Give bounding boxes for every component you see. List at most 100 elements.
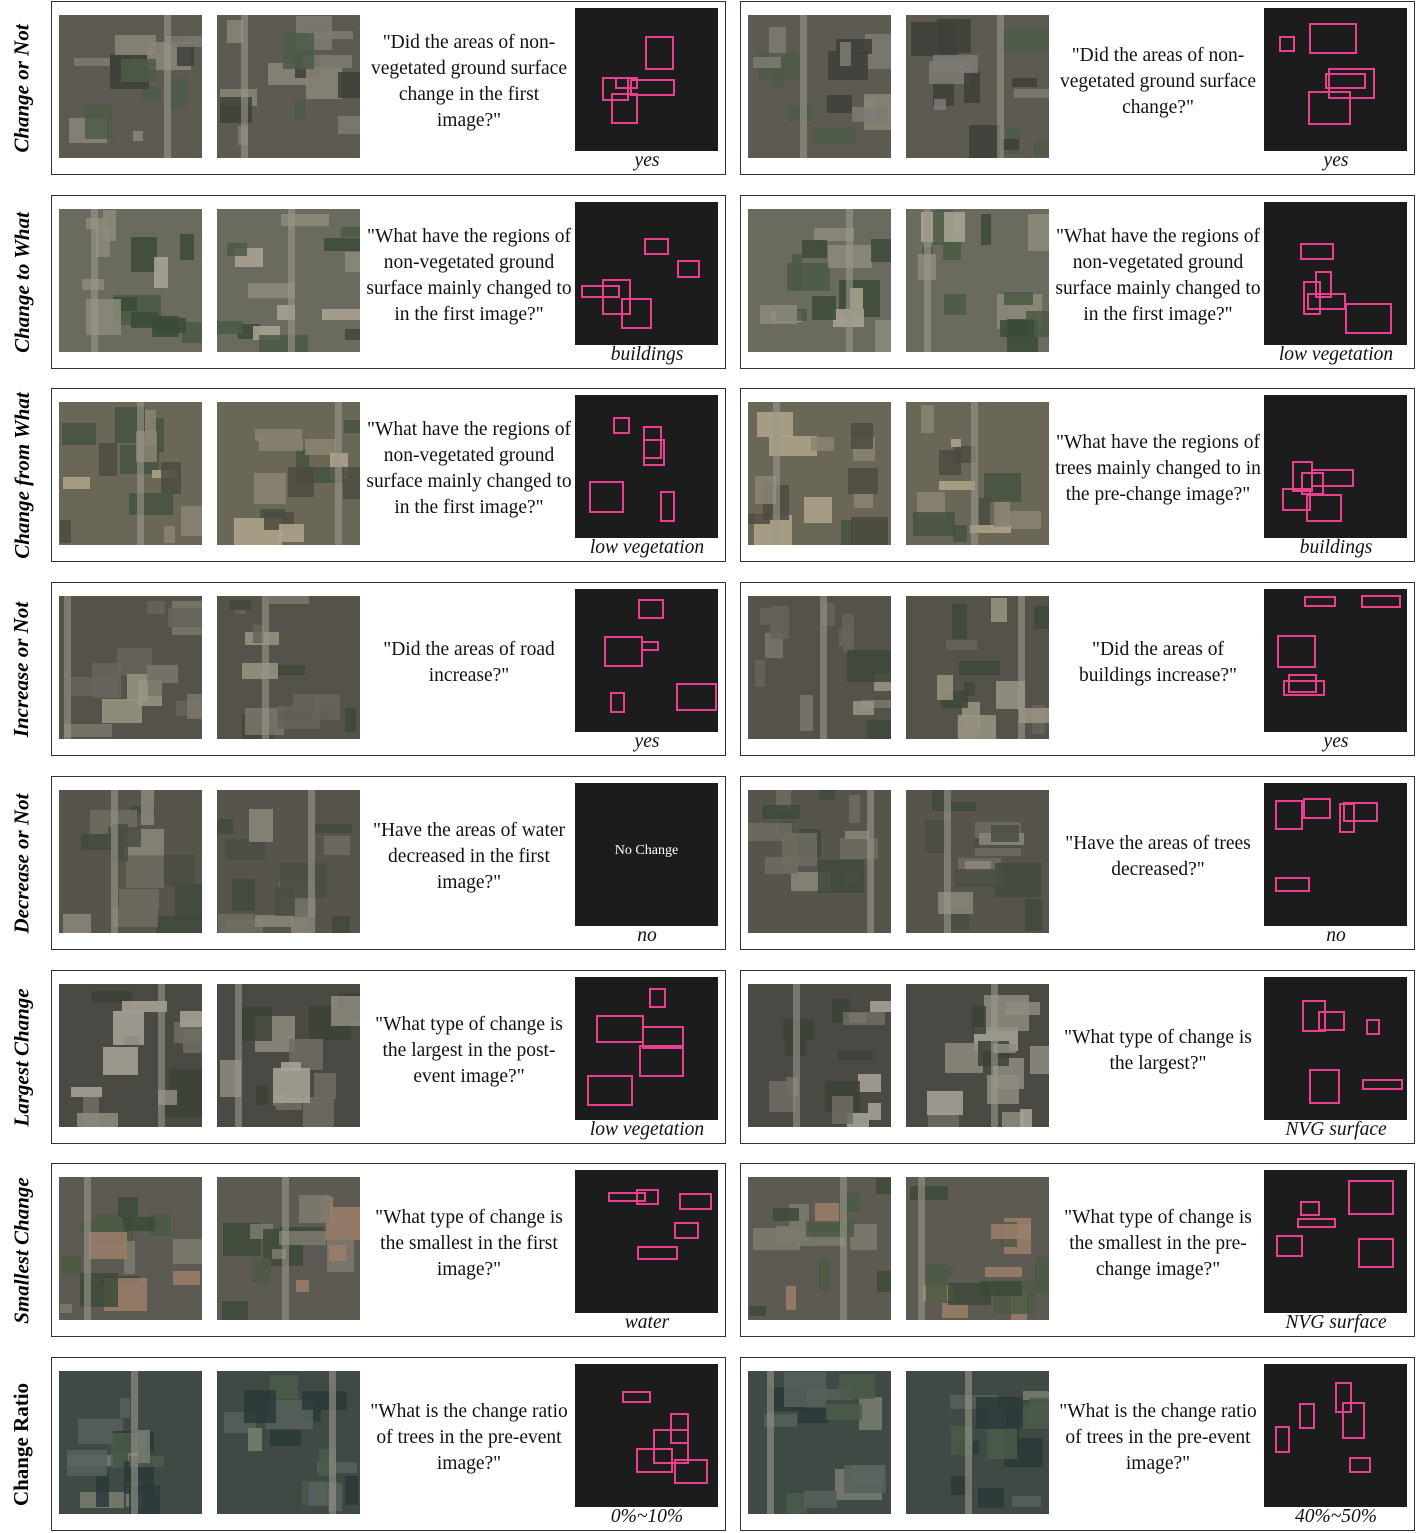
right-example-panel: "Did the areas of non-vegetated ground s…: [740, 1, 1415, 175]
answer-text: low vegetation: [589, 1119, 705, 1140]
question-text: "Did the areas of non-vegetated ground s…: [371, 32, 567, 131]
change-mask-image: [1264, 977, 1407, 1120]
pre-event-image: [59, 984, 202, 1127]
row-label: Smallest Change: [0, 1163, 44, 1337]
change-mask-image: [1264, 589, 1407, 732]
question-text: "What type of change is the largest?": [1064, 1027, 1252, 1074]
pre-event-image: [59, 1177, 202, 1320]
left-example-panel: "Did the areas of non-vegetated ground s…: [51, 1, 726, 175]
left-example-panel: "What type of change is the smallest in …: [51, 1163, 726, 1337]
row-label: Change to What: [0, 195, 44, 369]
pre-event-image: [59, 209, 202, 352]
answer-text: 40%~50%: [1294, 1506, 1378, 1527]
answer-text: NVG surface: [1285, 1312, 1387, 1333]
answer-text: 0%~10%: [610, 1506, 684, 1527]
answer-text: buildings: [1299, 537, 1373, 558]
post-event-image: [906, 596, 1049, 739]
post-event-image: [217, 15, 360, 158]
change-mask-image: [1264, 395, 1407, 538]
pre-event-image: [748, 402, 891, 545]
change-mask-image: [1264, 202, 1407, 345]
post-event-image: [217, 790, 360, 933]
row-label: Change from What: [0, 388, 44, 562]
change-mask-image: [575, 395, 718, 538]
post-event-image: [906, 402, 1049, 545]
pre-event-image: [748, 209, 891, 352]
answer-text: yes: [634, 731, 660, 752]
question-text: "What is the change ratio of trees in th…: [1059, 1401, 1257, 1474]
change-mask-image: [575, 1170, 718, 1313]
post-event-image: [217, 596, 360, 739]
row-label-text: Smallest Change: [9, 1176, 34, 1324]
change-mask-image: [575, 589, 718, 732]
post-event-image: [906, 209, 1049, 352]
row-label-text: Change from What: [9, 391, 34, 559]
pre-event-image: [748, 984, 891, 1127]
question-text: "What have the regions of trees mainly c…: [1055, 432, 1261, 505]
post-event-image: [906, 1177, 1049, 1320]
pre-event-image: [59, 402, 202, 545]
pre-event-image: [59, 1371, 202, 1514]
pre-event-image: [748, 15, 891, 158]
row-label: Change or Not: [0, 1, 44, 175]
question-text: "Did the areas of non-vegetated ground s…: [1060, 45, 1256, 118]
right-example-panel: "Did the areas of buildings increase?" ye…: [740, 582, 1415, 756]
question-text: "What have the regions of non-vegetated …: [366, 226, 572, 325]
mask-label: No Change: [614, 843, 679, 858]
row-label: Largest Change: [0, 970, 44, 1144]
pre-event-image: [748, 790, 891, 933]
change-mask-image: [1264, 1170, 1407, 1313]
row-label: Change Ratio: [0, 1357, 44, 1531]
question-text: "Did the areas of road increase?": [383, 639, 555, 686]
post-event-image: [217, 1177, 360, 1320]
row-label-text: Change Ratio: [9, 1382, 34, 1506]
question-text: "What have the regions of non-vegetated …: [366, 419, 572, 518]
post-event-image: [217, 984, 360, 1127]
row-label-text: Change to What: [9, 211, 34, 353]
question-text: "What type of change is the smallest in …: [1064, 1207, 1252, 1280]
question-text: "What is the change ratio of trees in th…: [370, 1401, 568, 1474]
left-example-panel: "What have the regions of non-vegetated …: [51, 195, 726, 369]
post-event-image: [906, 15, 1049, 158]
left-example-panel: "Did the areas of road increase?" yes: [51, 582, 726, 756]
change-mask-image: [575, 8, 718, 151]
row-label-text: Change or Not: [9, 23, 34, 153]
pre-event-image: [59, 790, 202, 933]
post-event-image: [217, 209, 360, 352]
row-label: Increase or Not: [0, 582, 44, 756]
left-example-panel: "Have the areas of water decreased in th…: [51, 776, 726, 950]
pre-event-image: [59, 596, 202, 739]
change-mask-image: [1264, 1364, 1407, 1507]
answer-text: NVG surface: [1285, 1119, 1387, 1140]
answer-text: low vegetation: [589, 537, 705, 558]
change-mask-image: [1264, 8, 1407, 151]
row-label-text: Largest Change: [9, 987, 34, 1127]
question-text: "What type of change is the smallest in …: [375, 1207, 563, 1280]
post-event-image: [217, 1371, 360, 1514]
change-mask-image: [575, 977, 718, 1120]
post-event-image: [906, 790, 1049, 933]
post-event-image: [906, 1371, 1049, 1514]
answer-text: water: [624, 1312, 670, 1333]
row-label: Decrease or Not: [0, 776, 44, 950]
row-label-text: Increase or Not: [9, 601, 34, 737]
question-text: "What have the regions of non-vegetated …: [1055, 226, 1261, 325]
left-example-panel: "What is the change ratio of trees in th…: [51, 1357, 726, 1531]
post-event-image: [217, 402, 360, 545]
right-example-panel: "What type of change is the smallest in …: [740, 1163, 1415, 1337]
question-text: "Have the areas of water decreased in th…: [372, 820, 566, 893]
question-text: "What type of change is the largest in t…: [375, 1014, 563, 1087]
answer-text: yes: [634, 150, 660, 171]
pre-event-image: [59, 15, 202, 158]
pre-event-image: [748, 1371, 891, 1514]
change-mask-image: [575, 1364, 718, 1507]
question-text: "Have the areas of trees decreased?": [1065, 833, 1251, 880]
change-mask-image: No Change: [575, 783, 718, 926]
right-example-panel: "What is the change ratio of trees in th…: [740, 1357, 1415, 1531]
answer-text: no: [1326, 925, 1346, 946]
question-text: "Did the areas of buildings increase?": [1079, 639, 1237, 686]
right-example-panel: "What type of change is the largest?" NVG…: [740, 970, 1415, 1144]
row-label-text: Decrease or Not: [9, 793, 34, 933]
change-mask-image: [575, 202, 718, 345]
post-event-image: [906, 984, 1049, 1127]
